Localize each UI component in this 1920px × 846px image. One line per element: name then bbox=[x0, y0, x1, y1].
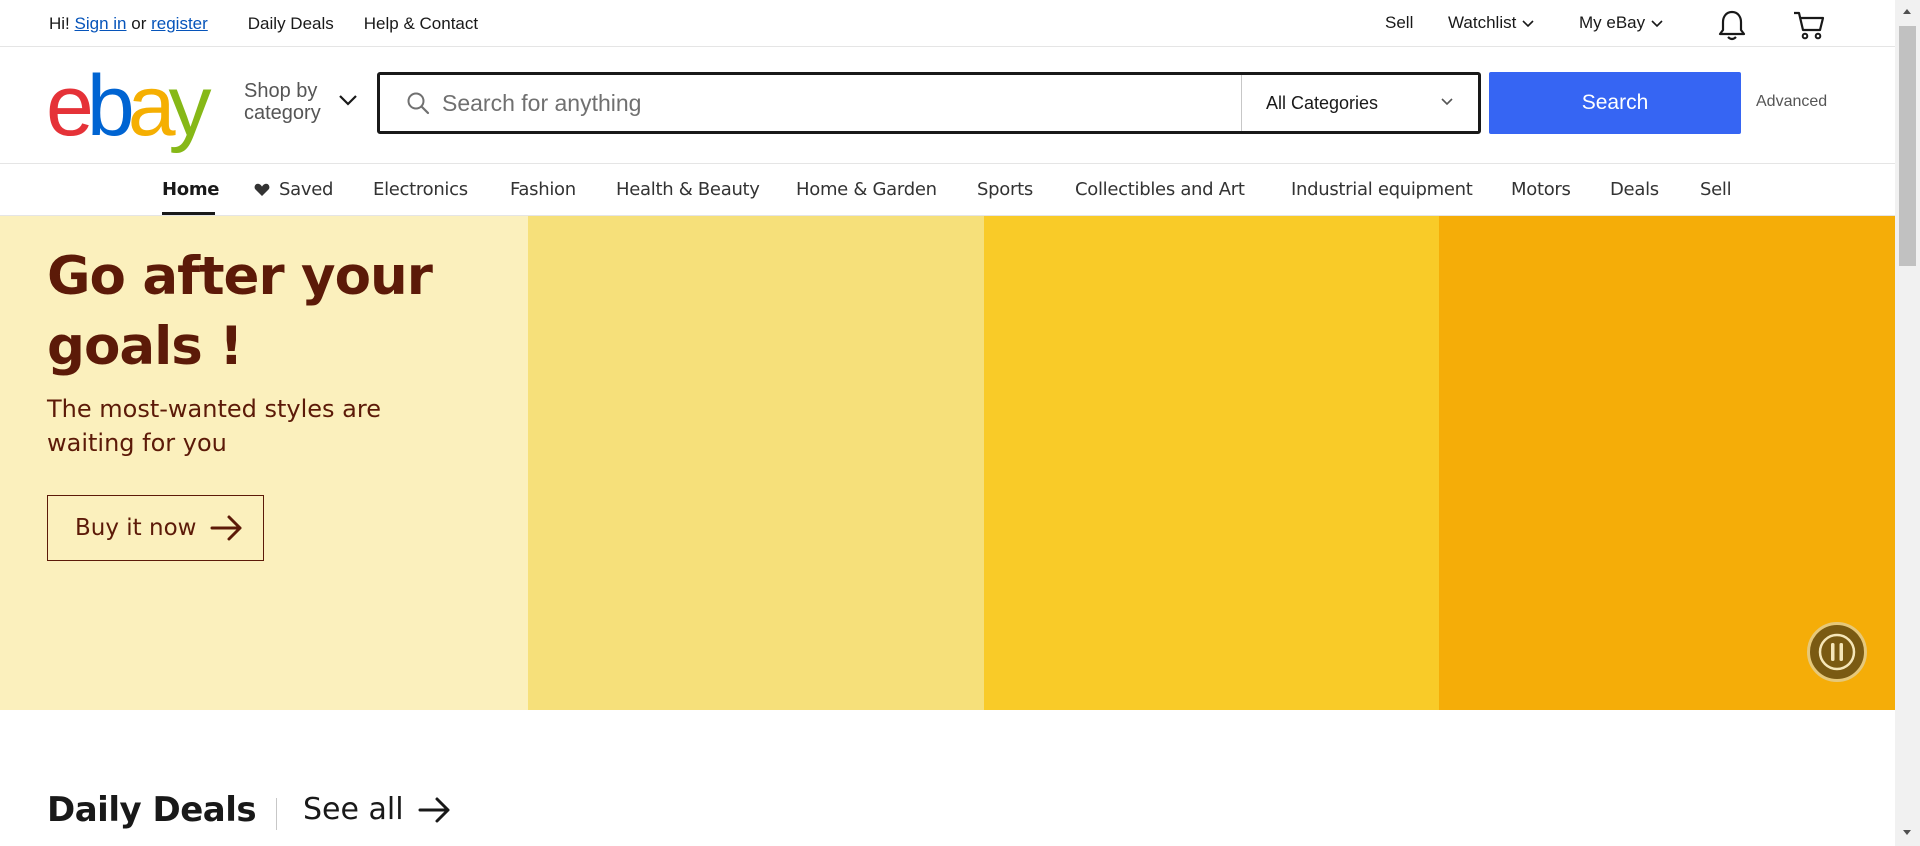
hero-subtitle: The most-wanted styles are waiting for y… bbox=[47, 395, 381, 457]
arrow-right-icon bbox=[210, 515, 242, 541]
scroll-down-arrow-icon[interactable] bbox=[1901, 828, 1913, 838]
nav-item-deals[interactable]: Deals bbox=[1610, 179, 1659, 200]
top-bar: Hi! Sign in or register Daily Deals Help… bbox=[0, 0, 1895, 47]
arrow-right-icon bbox=[418, 797, 450, 822]
pause-icon bbox=[1818, 633, 1856, 671]
heart-icon bbox=[254, 183, 270, 196]
cart-button[interactable] bbox=[1792, 8, 1826, 42]
notifications-button[interactable] bbox=[1715, 8, 1749, 42]
header: ebay Shop by category All Categories Sea… bbox=[0, 47, 1895, 164]
search-input[interactable] bbox=[442, 85, 1222, 121]
logo-letter-e: e bbox=[46, 58, 94, 154]
deals-divider bbox=[276, 798, 277, 830]
advanced-search-link[interactable]: Advanced bbox=[1756, 93, 1827, 111]
chevron-down-icon bbox=[1522, 20, 1534, 28]
logo-letter-a: a bbox=[127, 58, 176, 154]
sell-link[interactable]: Sell bbox=[1385, 13, 1413, 33]
category-label: category bbox=[244, 102, 321, 124]
hero-title: Go after your goals ! bbox=[47, 246, 433, 377]
buy-it-now-button[interactable]: Buy it now bbox=[47, 495, 264, 561]
shop-by-category-button[interactable]: Shop by category bbox=[244, 80, 321, 124]
nav-item-home[interactable]: Home bbox=[162, 179, 220, 200]
page-scrollbar[interactable] bbox=[1895, 0, 1920, 846]
top-bar-left: Hi! Sign in or register Daily Deals Help… bbox=[49, 14, 478, 34]
shop-by-label: Shop by bbox=[244, 80, 318, 102]
nav-item-fashion[interactable]: Fashion bbox=[510, 179, 576, 200]
chevron-down-icon bbox=[1651, 20, 1663, 28]
carousel-pause-button[interactable] bbox=[1807, 622, 1867, 682]
active-tab-indicator bbox=[162, 212, 215, 215]
hero-banner: Go after your goals ! The most-wanted st… bbox=[0, 216, 1895, 710]
help-contact-link[interactable]: Help & Contact bbox=[364, 14, 478, 34]
nav-item-sports[interactable]: Sports bbox=[977, 179, 1033, 200]
nav-item-motors[interactable]: Motors bbox=[1511, 179, 1571, 200]
scrollbar-thumb[interactable] bbox=[1899, 26, 1916, 266]
category-select-value: All Categories bbox=[1266, 92, 1379, 113]
buy-it-now-label: Buy it now bbox=[75, 515, 197, 541]
search-box: All Categories bbox=[377, 72, 1481, 134]
greeting-text: Hi! bbox=[49, 14, 70, 33]
my-ebay-menu[interactable]: My eBay bbox=[1579, 13, 1664, 33]
my-ebay-label: My eBay bbox=[1579, 13, 1646, 32]
nav-item-saved[interactable]: Saved bbox=[254, 179, 333, 200]
or-text: or bbox=[131, 14, 147, 33]
scroll-up-arrow-icon[interactable] bbox=[1901, 6, 1913, 16]
register-link[interactable]: register bbox=[151, 14, 208, 34]
sign-in-link[interactable]: Sign in bbox=[75, 14, 127, 34]
nav-item-sell[interactable]: Sell bbox=[1700, 179, 1732, 200]
daily-deals-heading: Daily Deals bbox=[47, 790, 257, 830]
hero-band-3 bbox=[984, 216, 1439, 710]
nav-item-collectibles-art[interactable]: Collectibles and Art bbox=[1075, 179, 1245, 200]
search-button[interactable]: Search bbox=[1489, 72, 1741, 134]
nav-item-home-garden[interactable]: Home & Garden bbox=[796, 179, 937, 200]
see-all-label: See all bbox=[303, 792, 404, 827]
category-select[interactable]: All Categories bbox=[1241, 75, 1478, 131]
chevron-down-icon[interactable] bbox=[337, 93, 359, 107]
daily-deals-link[interactable]: Daily Deals bbox=[248, 14, 334, 34]
nav-item-industrial-equipment[interactable]: Industrial equipment bbox=[1291, 179, 1473, 200]
shopping-cart-icon bbox=[1794, 11, 1825, 40]
sell-label: Sell bbox=[1385, 13, 1414, 32]
logo-letter-b: b bbox=[86, 58, 135, 154]
bell-icon bbox=[1718, 10, 1746, 41]
ebay-logo[interactable]: ebay bbox=[46, 58, 212, 154]
nav-item-electronics[interactable]: Electronics bbox=[373, 179, 468, 200]
chevron-down-icon bbox=[1441, 98, 1453, 106]
hero-band-2 bbox=[528, 216, 984, 710]
nav-item-health-beauty[interactable]: Health & Beauty bbox=[616, 179, 760, 200]
watchlist-label: Watchlist bbox=[1448, 13, 1517, 32]
category-nav: Home Saved Electronics Fashion Health & … bbox=[0, 164, 1895, 216]
watchlist-menu[interactable]: Watchlist bbox=[1448, 13, 1535, 33]
nav-item-saved-label: Saved bbox=[279, 179, 334, 200]
search-icon bbox=[407, 92, 430, 115]
see-all-link[interactable]: See all bbox=[303, 792, 452, 827]
logo-letter-y: y bbox=[168, 58, 212, 154]
